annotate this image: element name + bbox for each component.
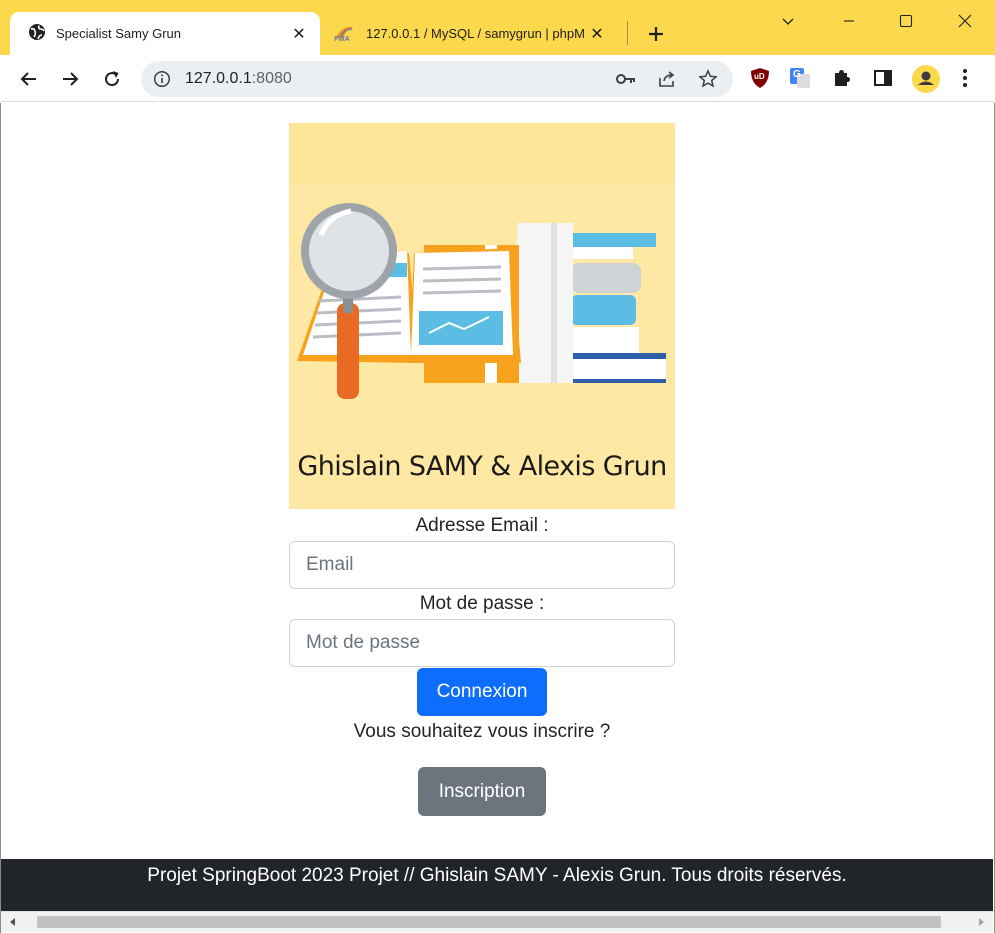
tab-separator (627, 21, 628, 45)
tab-phpmyadmin[interactable]: PMA 127.0.0.1 / MySQL / samygrun | phpMy… (330, 12, 620, 55)
kebab-menu-icon[interactable] (954, 67, 976, 89)
side-panel-icon[interactable] (872, 67, 894, 89)
address-bar[interactable]: 127.0.0.1:8080 (141, 61, 733, 97)
browser-toolbar: 127.0.0.1:8080 uD G (0, 55, 995, 102)
close-window-button[interactable] (942, 6, 988, 36)
new-tab-button[interactable] (641, 19, 671, 49)
minimize-icon (844, 20, 854, 22)
ublock-icon[interactable]: uD (749, 67, 771, 89)
arrow-right-icon (63, 72, 79, 86)
login-form: Adresse Email : Mot de passe : (289, 511, 675, 667)
tab-title: 127.0.0.1 / MySQL / samygrun | phpMyAdmi… (366, 26, 584, 41)
reload-button[interactable] (97, 64, 127, 94)
signup-prompt: Vous souhaitez vous inscrire ? (353, 721, 611, 742)
email-label: Adresse Email : (415, 515, 549, 536)
plus-icon (649, 27, 663, 41)
page-content: Ghislain SAMY & Alexis Grun Adresse Emai… (1, 103, 993, 911)
close-tab-icon[interactable]: ✕ (584, 21, 610, 47)
logo-banner: Ghislain SAMY & Alexis Grun (289, 123, 675, 509)
extensions-puzzle-icon[interactable] (831, 67, 853, 89)
key-icon[interactable] (615, 68, 637, 90)
chevron-down-icon (782, 18, 794, 25)
scrollbar-thumb[interactable] (37, 916, 941, 928)
close-tab-icon[interactable]: ✕ (286, 21, 312, 47)
minimize-button[interactable] (826, 6, 872, 36)
tab-strip: Specialist Samy Grun ✕ PMA 127.0.0.1 / M… (0, 0, 995, 55)
url-text[interactable]: 127.0.0.1:8080 (185, 70, 292, 88)
scroll-right-arrow-icon[interactable] (975, 916, 987, 928)
reload-icon (105, 71, 120, 87)
back-button[interactable] (14, 64, 44, 94)
password-input[interactable] (289, 619, 675, 667)
forward-button[interactable] (55, 64, 85, 94)
tab-search-button[interactable] (765, 6, 811, 36)
profile-avatar-icon[interactable] (911, 64, 941, 94)
phpmyadmin-icon: PMA (334, 23, 356, 45)
footer-text: Projet SpringBoot 2023 Projet // Ghislai… (147, 865, 847, 886)
translate-badge: G (793, 69, 801, 80)
banner-caption: Ghislain SAMY & Alexis Grun (297, 451, 667, 482)
tab-title: Specialist Samy Grun (56, 26, 181, 41)
signup-button[interactable]: Inscription (418, 767, 546, 816)
share-icon[interactable] (656, 68, 678, 90)
pma-badge: PMA (334, 35, 350, 43)
maximize-icon (899, 14, 913, 28)
tab-specialist[interactable]: Specialist Samy Grun ✕ (10, 12, 320, 55)
email-input[interactable] (289, 541, 675, 589)
star-icon[interactable] (697, 68, 719, 90)
page-footer: Projet SpringBoot 2023 Projet // Ghislai… (1, 859, 993, 911)
close-icon (958, 14, 972, 28)
login-button[interactable]: Connexion (417, 668, 547, 716)
arrow-left-icon (20, 72, 36, 86)
password-label: Mot de passe : (419, 593, 545, 614)
horizontal-scrollbar[interactable] (1, 911, 993, 932)
google-translate-icon[interactable]: G (789, 67, 811, 89)
globe-icon (28, 23, 46, 44)
scroll-left-arrow-icon[interactable] (7, 916, 19, 928)
maximize-button[interactable] (883, 6, 929, 36)
url-port: :8080 (251, 70, 292, 87)
url-host: 127.0.0.1 (185, 70, 252, 87)
site-info-icon[interactable] (151, 68, 173, 90)
ublock-badge: uD (754, 72, 765, 81)
